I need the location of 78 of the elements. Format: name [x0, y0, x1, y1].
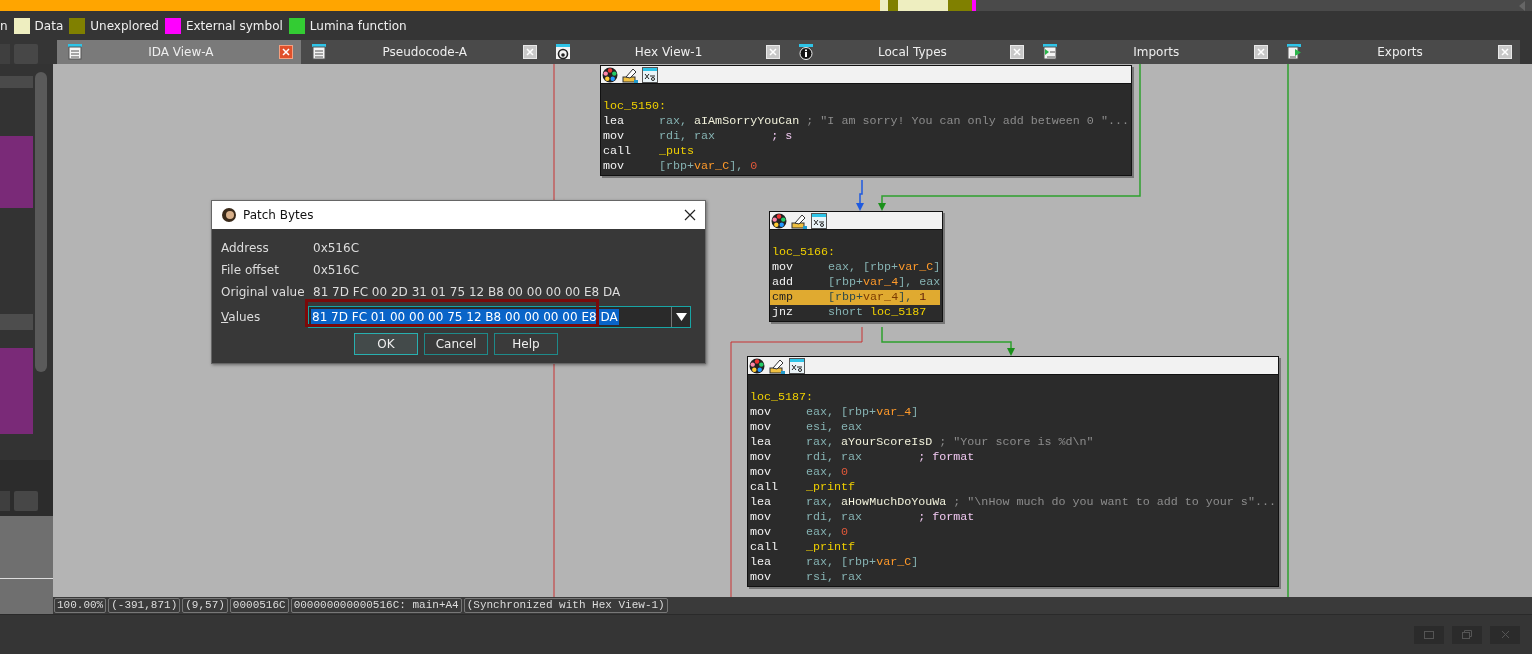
close-icon	[1500, 630, 1510, 639]
tab[interactable]: Pseudocode-A	[300, 40, 545, 64]
code-label[interactable]: loc_5150:	[601, 99, 667, 114]
legend-label: Data	[34, 18, 64, 33]
info-icon	[798, 44, 815, 60]
field-value: 0x516C	[313, 241, 360, 255]
pencil-icon[interactable]	[791, 212, 807, 229]
code-line[interactable]: call _printf	[748, 540, 856, 555]
app-icon	[221, 207, 237, 223]
tab[interactable]: IDA View-A	[57, 40, 301, 64]
flowchart-icon[interactable]	[642, 66, 658, 83]
pencil-icon[interactable]	[769, 357, 785, 374]
status-cell: (9,57)	[182, 598, 228, 613]
dialog-button[interactable]: OK	[354, 333, 418, 355]
list-row	[0, 314, 33, 330]
code-line[interactable]: lea rax, [rbp+var_C]	[748, 555, 919, 570]
legend-label: Lumina function	[309, 18, 407, 33]
tab[interactable]: Exports	[1276, 40, 1520, 64]
code-line[interactable]: jnz short loc_5187	[770, 305, 927, 320]
flowchart-icon[interactable]	[789, 357, 805, 374]
export-icon	[1286, 44, 1303, 60]
edge-arrow	[856, 179, 864, 211]
color-wheel-icon[interactable]	[771, 212, 787, 229]
pencil-icon[interactable]	[622, 66, 638, 83]
status-cell: (-391,871)	[108, 598, 181, 613]
code-line[interactable]: mov rdi, rax ; format	[748, 450, 975, 465]
legend-label: n	[0, 18, 8, 33]
code-line[interactable]: call _puts	[601, 144, 695, 159]
legend-label: External symbol	[185, 18, 283, 33]
list-icon	[67, 44, 83, 60]
flowchart-icon[interactable]	[811, 212, 827, 229]
code-line[interactable]: mov rdi, rax ; format	[748, 510, 975, 525]
code-line[interactable]: mov rsi, rax	[748, 570, 863, 585]
tab[interactable]: Imports	[1032, 40, 1277, 64]
code-block[interactable]	[747, 356, 1279, 587]
code-line[interactable]: call _printf	[748, 480, 856, 495]
dialog-button[interactable]: Cancel	[424, 333, 488, 355]
code-line[interactable]: mov eax, 0	[748, 465, 849, 480]
code-line[interactable]: lea rax, aIAmSorryYouCan ; "I am sorry! You can only add between 0 "...	[601, 114, 1129, 129]
tab[interactable]: Local Types	[788, 40, 1033, 64]
code-block[interactable]: loc_5150: lea rax, aIAmSorryYouCan ; "I am sorry! You can only add between 0 "... mov rdi, rax ; s call _puts mov [rbp+var_C], 0	[600, 65, 1132, 176]
code-line[interactable]: lea rax, aYourScoreIsD ; "Your score is %d\n"	[748, 435, 1094, 450]
field-label: Original value	[221, 285, 306, 299]
restore-icon	[1462, 630, 1472, 639]
scrollbar[interactable]	[35, 72, 47, 372]
close-icon[interactable]	[684, 209, 696, 221]
code-line[interactable]: lea rax, aHowMuchDoYouWa ; "\nHow much do you want to add to your s"...	[748, 495, 1276, 510]
status-cell: 0000516C	[229, 598, 289, 613]
code-label[interactable]: loc_5166:	[770, 245, 836, 260]
hex-view-icon	[554, 44, 571, 60]
dropdown-arrow-icon[interactable]	[675, 313, 687, 321]
tab[interactable]: Hex View-1	[544, 40, 789, 64]
field-label: File offset	[221, 263, 280, 277]
field-value: 81 7D FC 00 2D 31 01 75 12 B8 00 00 00 00 E8 DA	[313, 285, 621, 299]
code-label[interactable]: loc_5187:	[748, 390, 814, 405]
field-label: Address	[221, 241, 270, 255]
dialog-button[interactable]: Help	[494, 333, 558, 355]
code-line[interactable]: mov esi, eax	[748, 420, 863, 435]
code-line[interactable]: mov [rbp+var_C], 0	[601, 159, 758, 174]
code-block[interactable]: loc_5166: mov eax, [rbp+var_C] add [rbp+var_4], eax cmp [rbp+var_4], 1 jnz short loc_5187	[769, 211, 944, 322]
code-line[interactable]: mov eax, [rbp+var_C]	[770, 260, 941, 275]
field-value: 0x516C	[313, 263, 360, 277]
dialog-title: Patch Bytes	[243, 208, 315, 222]
color-wheel-icon[interactable]	[749, 357, 765, 374]
code-line[interactable]: add [rbp+var_4], eax	[770, 275, 941, 290]
status-cell: 100.00%	[54, 598, 107, 613]
list-icon	[310, 44, 327, 60]
import-icon	[1042, 44, 1059, 60]
code-line[interactable]: mov eax, [rbp+var_4]	[748, 405, 919, 420]
color-wheel-icon[interactable]	[602, 66, 618, 83]
code-line[interactable]: mov rdi, rax ; s	[601, 129, 793, 144]
window-icon	[1424, 630, 1434, 639]
legend-label: Unexplored	[90, 18, 159, 33]
field-label: Values	[221, 310, 262, 324]
highlight-block	[0, 136, 33, 208]
status-cell: (Synchronized with Hex View-1)	[463, 598, 668, 613]
code-line[interactable]: mov eax, 0	[748, 525, 849, 540]
status-cell: 000000000000516C: main+A4	[290, 598, 462, 613]
